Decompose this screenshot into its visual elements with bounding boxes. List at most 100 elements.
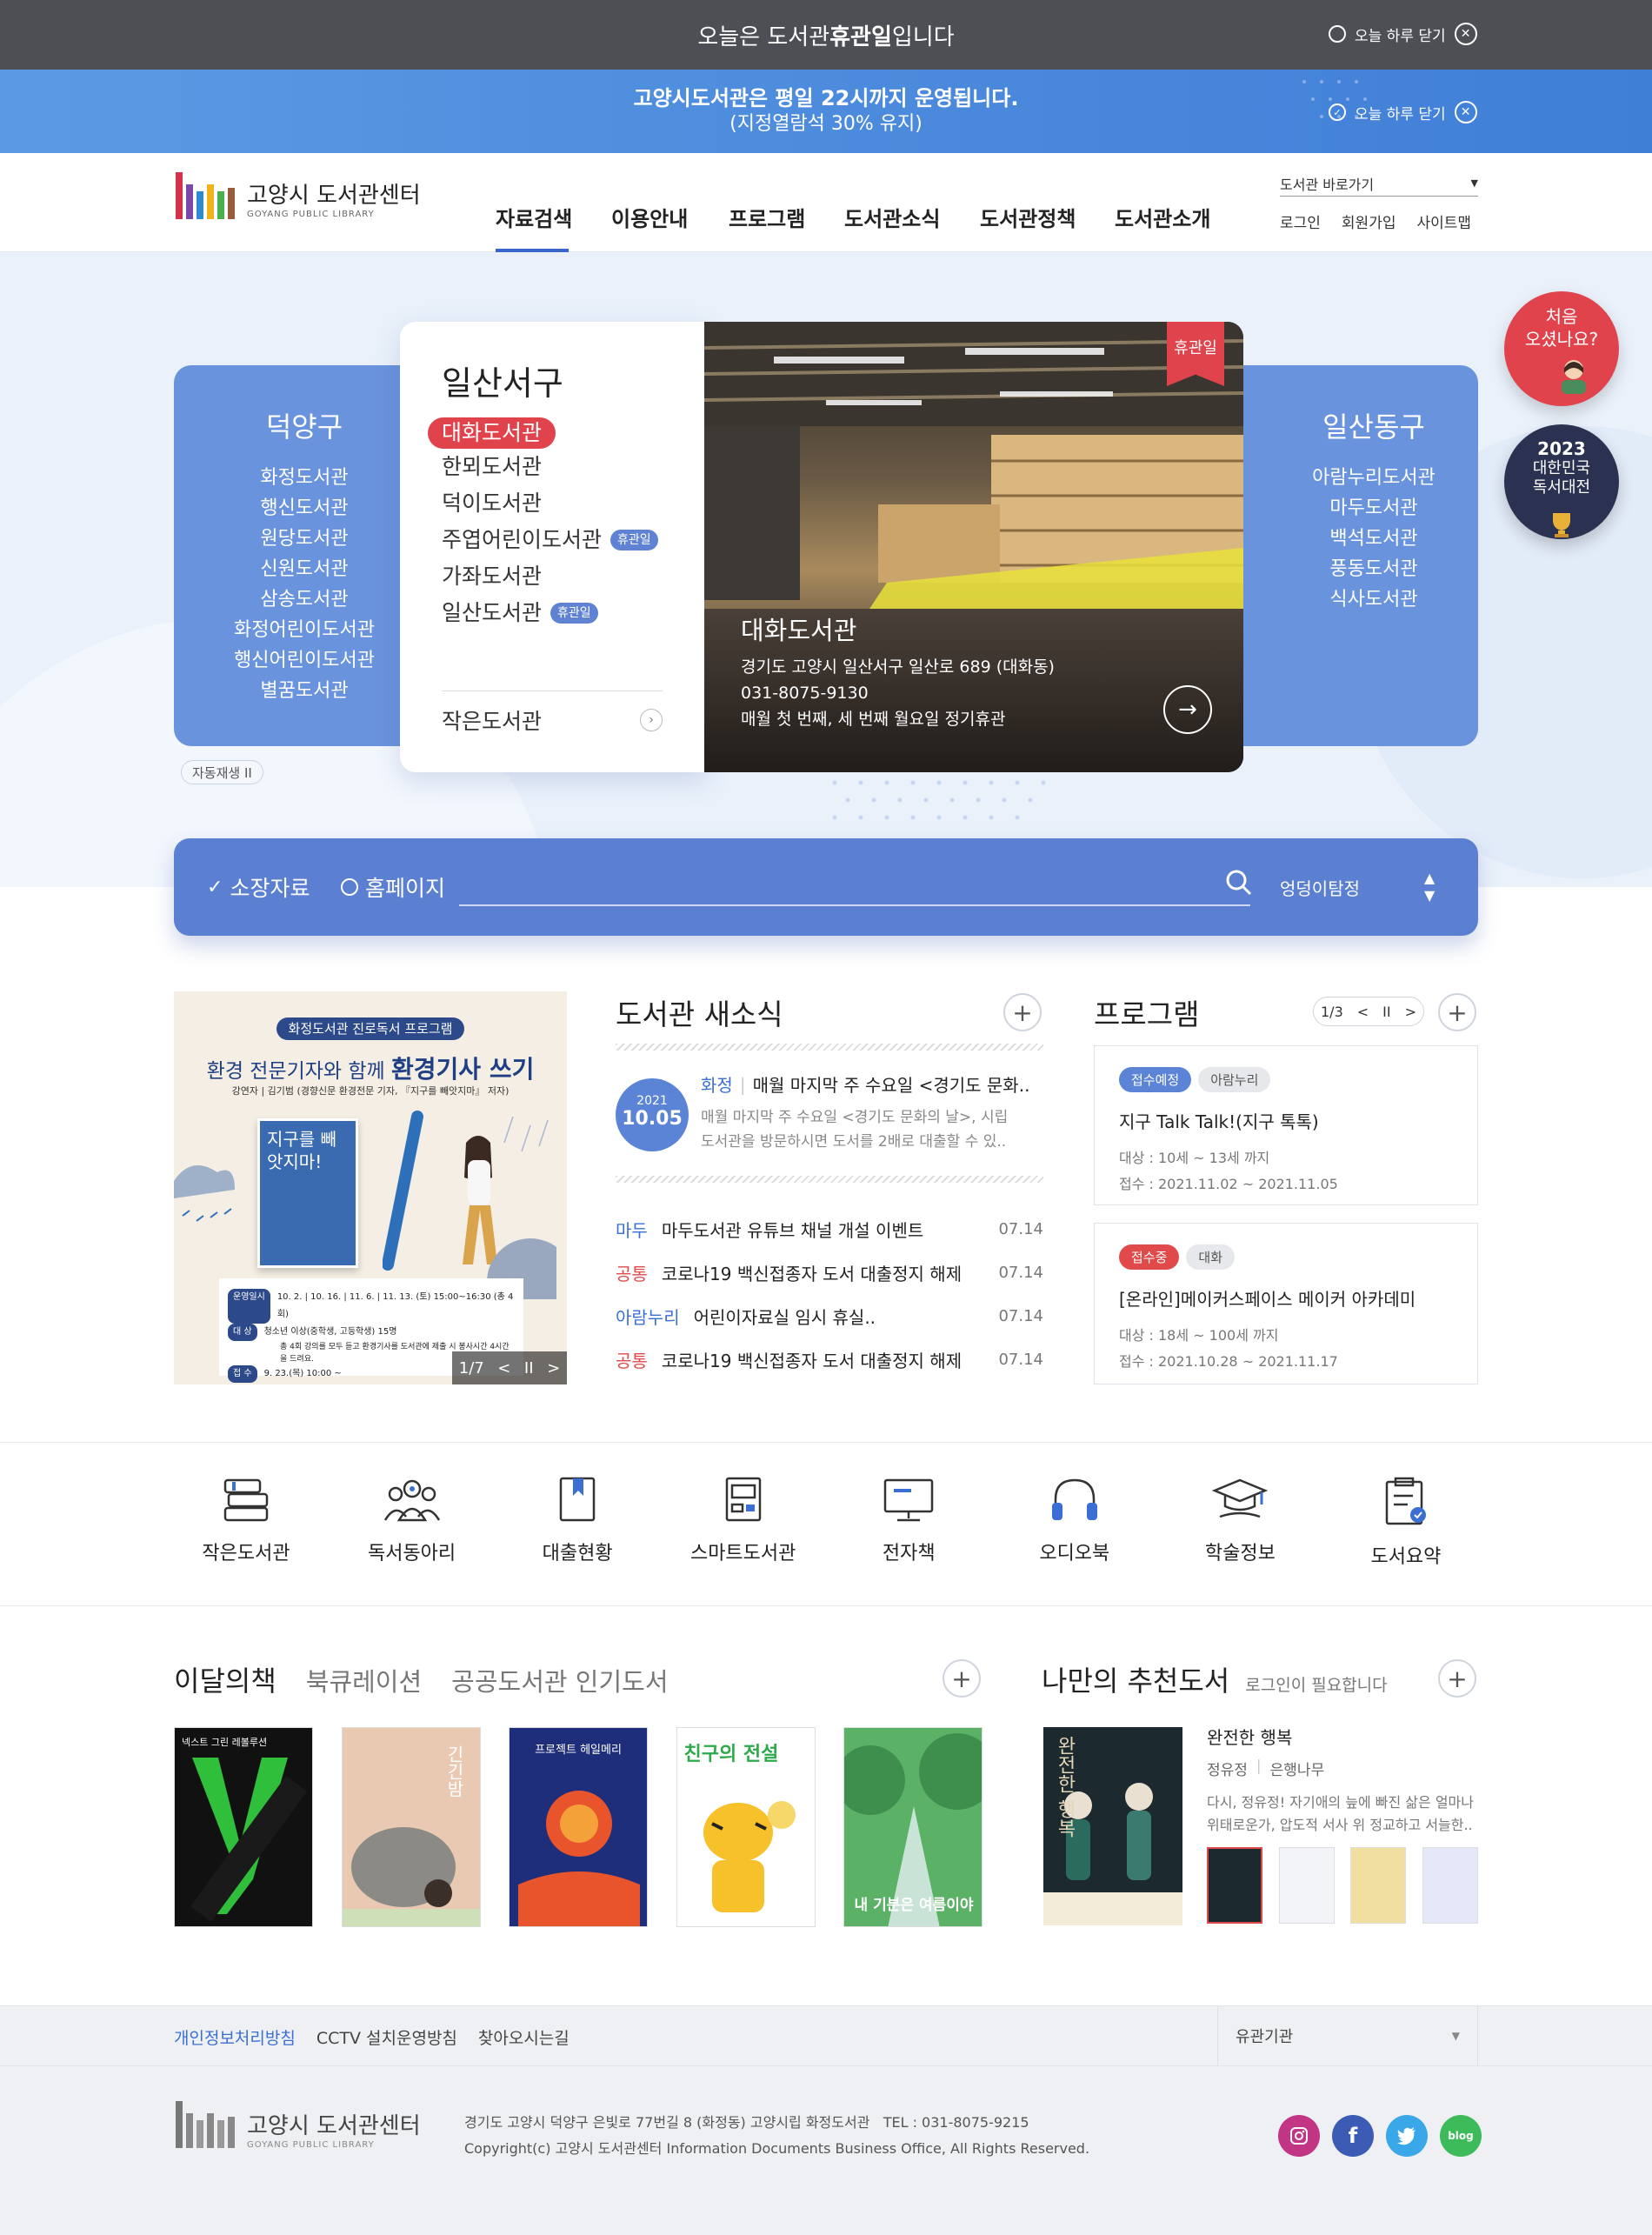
library-link[interactable]: 식사도서관 (1217, 584, 1478, 615)
blog-icon[interactable]: blog (1440, 2115, 1482, 2157)
related-orgs-select[interactable]: 유관기관 ▼ (1217, 2006, 1478, 2065)
library-link[interactable]: 백석도서관 (1217, 524, 1478, 554)
popular-keyword[interactable]: 엉덩이탐정 (1280, 875, 1360, 900)
autoplay-toggle[interactable]: 자동재생 II (181, 760, 263, 784)
district-card-deogyang[interactable]: 덕양구 화정도서관 행신도서관 원당도서관 신원도서관 삼송도서관 화정어린이도… (174, 365, 435, 746)
nav-news[interactable]: 도서관소식 (844, 202, 940, 232)
library-link[interactable]: 마두도서관 (1217, 493, 1478, 524)
prev-icon[interactable]: < (1357, 1004, 1369, 1020)
search-input[interactable] (459, 871, 1207, 903)
recommend-more-button[interactable]: + (1438, 1659, 1476, 1698)
book-cover[interactable]: 넥스트 그린 레볼루션 (174, 1727, 313, 1927)
district-card-ilsandong[interactable]: 일산동구 아람누리도서관 마두도서관 백석도서관 풍동도서관 식사도서관 (1217, 365, 1478, 746)
nav-program[interactable]: 프로그램 (729, 202, 805, 232)
radio-icon[interactable] (1329, 25, 1346, 43)
quick-audiobook[interactable]: 오디오북 (992, 1475, 1157, 1569)
library-item[interactable]: 주엽어린이도서관 휴관일 (428, 522, 689, 558)
twitter-icon[interactable] (1386, 2115, 1428, 2157)
recommend-thumb[interactable] (1278, 1847, 1335, 1924)
library-item[interactable]: 일산도서관 휴관일 (428, 595, 689, 631)
sitemap-link[interactable]: 사이트맵 (1416, 210, 1471, 232)
keyword-updown-icon[interactable]: ▲ ▼ (1424, 870, 1435, 904)
recommend-thumb[interactable] (1350, 1847, 1407, 1924)
program-more-button[interactable]: + (1438, 993, 1476, 1031)
tab-monthly-book[interactable]: 이달의책 (174, 1659, 276, 1699)
book-cover[interactable]: 긴긴밤 (341, 1727, 481, 1927)
nav-about[interactable]: 도서관소개 (1115, 202, 1210, 232)
program-card[interactable]: 접수중 대화 [온라인]메이커스페이스 메이커 아카데미 대상 : 18세 ~ 1… (1094, 1223, 1478, 1384)
small-library-link[interactable]: 작은도서관 › (442, 704, 663, 736)
books-more-button[interactable]: + (943, 1659, 981, 1698)
library-link[interactable]: 원당도서관 (174, 524, 435, 554)
instagram-icon[interactable] (1278, 2115, 1320, 2157)
quick-ebook[interactable]: 전자책 (826, 1475, 991, 1569)
library-item[interactable]: 한뫼도서관 (428, 449, 689, 485)
recommend-thumb-active[interactable] (1207, 1847, 1262, 1924)
nav-policy[interactable]: 도서관정책 (980, 202, 1076, 232)
close-icon[interactable]: ✕ (1454, 23, 1477, 45)
recommend-thumb[interactable] (1422, 1847, 1478, 1924)
close-icon[interactable]: ✕ (1454, 101, 1477, 123)
library-link[interactable]: 행신어린이도서관 (174, 645, 435, 676)
quick-academic-info[interactable]: 학술정보 (1157, 1475, 1322, 1569)
quick-reading-club[interactable]: 독서동아리 (330, 1475, 495, 1569)
quick-loan-status[interactable]: 대출현황 (495, 1475, 660, 1569)
info-value: 9. 23.(목) 10:00 ~ (263, 1369, 342, 1378)
reading-festival-button[interactable]: 2023 대한민국 독서대전 (1504, 424, 1619, 539)
pause-icon[interactable]: II (1382, 1004, 1390, 1020)
news-more-button[interactable]: + (1003, 993, 1042, 1031)
logo[interactable]: 고양시 도서관센터 GOYANG PUBLIC LIBRARY (174, 167, 421, 221)
event-banner[interactable]: 화정도서관 진로독서 프로그램 환경 전문기자와 함께 환경기사 쓰기 강연자 … (174, 991, 567, 1384)
login-link[interactable]: 로그인 (1280, 210, 1321, 232)
recommend-book-cover[interactable]: 완전한 행복 (1043, 1727, 1182, 1925)
book-cover[interactable]: 프로젝트 헤일메리 (509, 1727, 648, 1927)
news-item[interactable]: 공통 코로나19 백신접종자 도서 대출정지 해제 07.14 (616, 1251, 1043, 1294)
trophy-icon (1553, 513, 1570, 537)
book-cover[interactable]: 내 기분은 여름이야 (843, 1727, 983, 1927)
quick-small-library[interactable]: 작은도서관 (163, 1475, 329, 1569)
search-icon[interactable] (1224, 868, 1254, 897)
library-link[interactable]: 신원도서관 (174, 554, 435, 584)
news-item[interactable]: 아람누리 어린이자료실 임시 휴실.. 07.14 (616, 1294, 1043, 1338)
nav-guide[interactable]: 이용안내 (611, 202, 688, 232)
next-icon[interactable]: > (1405, 1004, 1416, 1020)
nav-search[interactable]: 자료검색 (496, 202, 572, 232)
tab-book-curation[interactable]: 북큐레이션 (306, 1662, 422, 1698)
quick-smart-library[interactable]: 스마트도서관 (661, 1475, 826, 1569)
library-item-active[interactable]: 대화도서관 (428, 417, 689, 449)
notice-close-today[interactable]: ✓ 오늘 하루 닫기 ✕ (1329, 101, 1477, 123)
program-card[interactable]: 접수예정 아람누리 지구 Talk Talk!(지구 톡톡) 대상 : 10세 ~… (1094, 1045, 1478, 1205)
library-link[interactable]: 화정도서관 (174, 463, 435, 493)
library-shortcut-select[interactable]: 도서관 바로가기 ▼ (1280, 170, 1478, 197)
pause-icon[interactable]: II (524, 1359, 534, 1378)
quick-book-summary[interactable]: 도서요약 (1323, 1475, 1489, 1569)
tab-popular-books[interactable]: 공공도서관 인기도서 (451, 1662, 668, 1698)
library-item[interactable]: 가좌도서관 (428, 558, 689, 595)
library-link[interactable]: 행신도서관 (174, 493, 435, 524)
arrow-right-icon[interactable]: → (1163, 685, 1212, 734)
library-link[interactable]: 삼송도서관 (174, 584, 435, 615)
facebook-icon[interactable]: f (1332, 2115, 1374, 2157)
news-item[interactable]: 마두 마두도서관 유튜브 채널 개설 이벤트 07.14 (616, 1207, 1043, 1251)
directions-link[interactable]: 찾아오시는길 (478, 2025, 570, 2049)
library-link[interactable]: 풍동도서관 (1217, 554, 1478, 584)
first-visit-button[interactable]: 처음 오셨나요? (1504, 291, 1619, 406)
news-featured[interactable]: 화정 | 매월 마지막 주 수요일 <경기도 문화.. 매월 마지막 주 수요일 <… (701, 1071, 1049, 1154)
cctv-policy-link[interactable]: CCTV 설치운영방침 (316, 2025, 457, 2049)
library-link[interactable]: 아람누리도서관 (1217, 463, 1478, 493)
library-item[interactable]: 덕이도서관 (428, 485, 689, 522)
news-title: 코로나19 백신접종자 도서 대출정지 해제 (661, 1350, 963, 1371)
book-cover[interactable]: 친구의 전설 (676, 1727, 816, 1927)
check-circle-icon[interactable]: ✓ (1329, 103, 1346, 121)
signup-link[interactable]: 회원가입 (1342, 210, 1396, 232)
news-item[interactable]: 공통 코로나19 백신접종자 도서 대출정지 해제 07.14 (616, 1338, 1043, 1381)
library-link[interactable]: 별꿈도서관 (174, 676, 435, 706)
alert-close-today[interactable]: 오늘 하루 닫기 ✕ (1329, 23, 1477, 45)
next-icon[interactable]: > (547, 1359, 560, 1378)
search-scope-collection[interactable]: ✓ 소장자료 (207, 871, 310, 903)
prev-icon[interactable]: < (497, 1359, 510, 1378)
photo-library-name: 대화도서관 (741, 616, 857, 645)
library-link[interactable]: 화정어린이도서관 (174, 615, 435, 645)
privacy-policy-link[interactable]: 개인정보처리방침 (174, 2025, 296, 2049)
search-scope-homepage[interactable]: 홈페이지 (341, 871, 445, 903)
